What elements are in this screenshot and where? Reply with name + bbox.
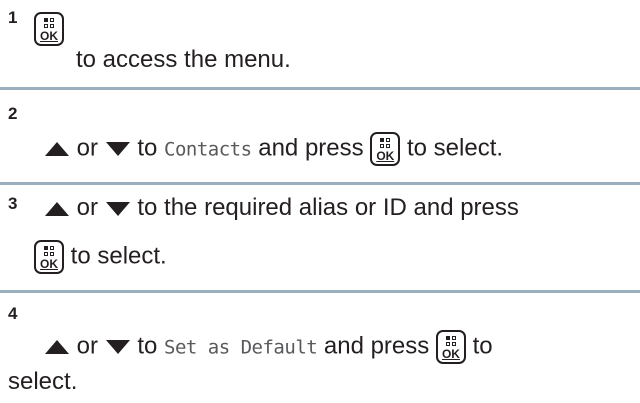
step-2-text: or to Contacts and press OK to select. bbox=[44, 132, 503, 166]
step-number: 4 bbox=[8, 304, 18, 323]
down-arrow-icon bbox=[105, 201, 130, 216]
ok-button-icon: OK bbox=[435, 330, 466, 364]
step-number: 3 bbox=[8, 194, 18, 213]
step-1-text: OK bbox=[34, 12, 64, 46]
menu-item-set-as-default: Set as Default bbox=[164, 336, 318, 359]
ok-button-icon: OK bbox=[34, 12, 64, 46]
step-4-text: select. bbox=[8, 368, 78, 395]
step-1-text: to access the menu. bbox=[76, 46, 291, 73]
divider bbox=[0, 182, 640, 185]
step-4-text: or to Set as Default and press OK to bbox=[44, 330, 493, 364]
ok-button-icon: OK bbox=[34, 240, 64, 274]
step-number: 1 bbox=[8, 8, 18, 27]
down-arrow-icon bbox=[105, 142, 130, 156]
menu-item-contacts: Contacts bbox=[164, 138, 252, 161]
up-arrow-icon bbox=[45, 201, 69, 216]
down-arrow-icon bbox=[105, 340, 130, 354]
step-3-text: OK to select. bbox=[34, 240, 167, 274]
step-number: 2 bbox=[8, 104, 18, 123]
up-arrow-icon bbox=[45, 142, 69, 156]
ok-button-icon: OK bbox=[370, 132, 401, 166]
step-3-text: or to the required alias or ID and press bbox=[44, 194, 519, 222]
up-arrow-icon bbox=[45, 340, 69, 354]
divider bbox=[0, 290, 640, 293]
divider bbox=[0, 87, 640, 90]
